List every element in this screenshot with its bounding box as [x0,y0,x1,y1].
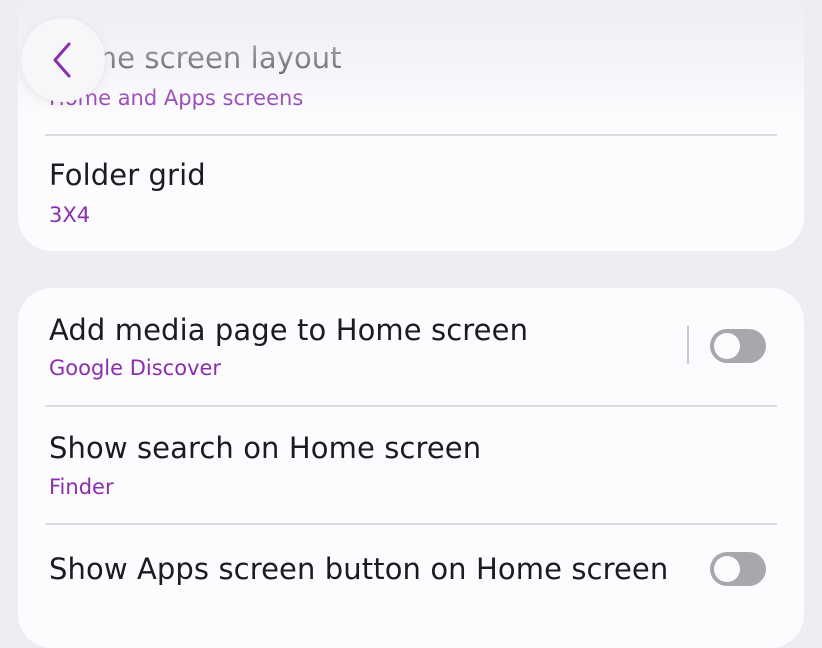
back-button[interactable] [21,18,105,102]
item-value: 3X4 [49,203,91,227]
chevron-left-icon [53,42,71,78]
toggle-knob [714,556,740,582]
list-item-show-search[interactable]: Show search on Home screen Finder [18,406,804,523]
item-title: Show Apps screen button on Home screen [49,552,669,586]
apps-button-toggle[interactable] [710,552,766,586]
settings-card-home: Add media page to Home screen Google Dis… [18,288,804,648]
list-item-media-page[interactable]: Add media page to Home screen Google Dis… [18,288,804,405]
list-item-folder-grid[interactable]: Folder grid 3X4 [18,136,804,251]
item-value: Google Discover [49,356,222,380]
item-title: Show search on Home screen [49,431,482,465]
list-item-home-screen-layout[interactable]: Home screen layout Home and Apps screens [18,0,804,135]
vertical-separator [687,326,689,364]
list-item-apps-button[interactable]: Show Apps screen button on Home screen [18,524,804,648]
media-page-toggle[interactable] [710,329,766,363]
toggle-knob [714,333,740,359]
item-title: Folder grid [49,158,206,192]
item-title: Add media page to Home screen [49,313,529,347]
settings-card-layout: Home screen layout Home and Apps screens… [18,0,804,251]
item-value: Finder [49,475,114,499]
